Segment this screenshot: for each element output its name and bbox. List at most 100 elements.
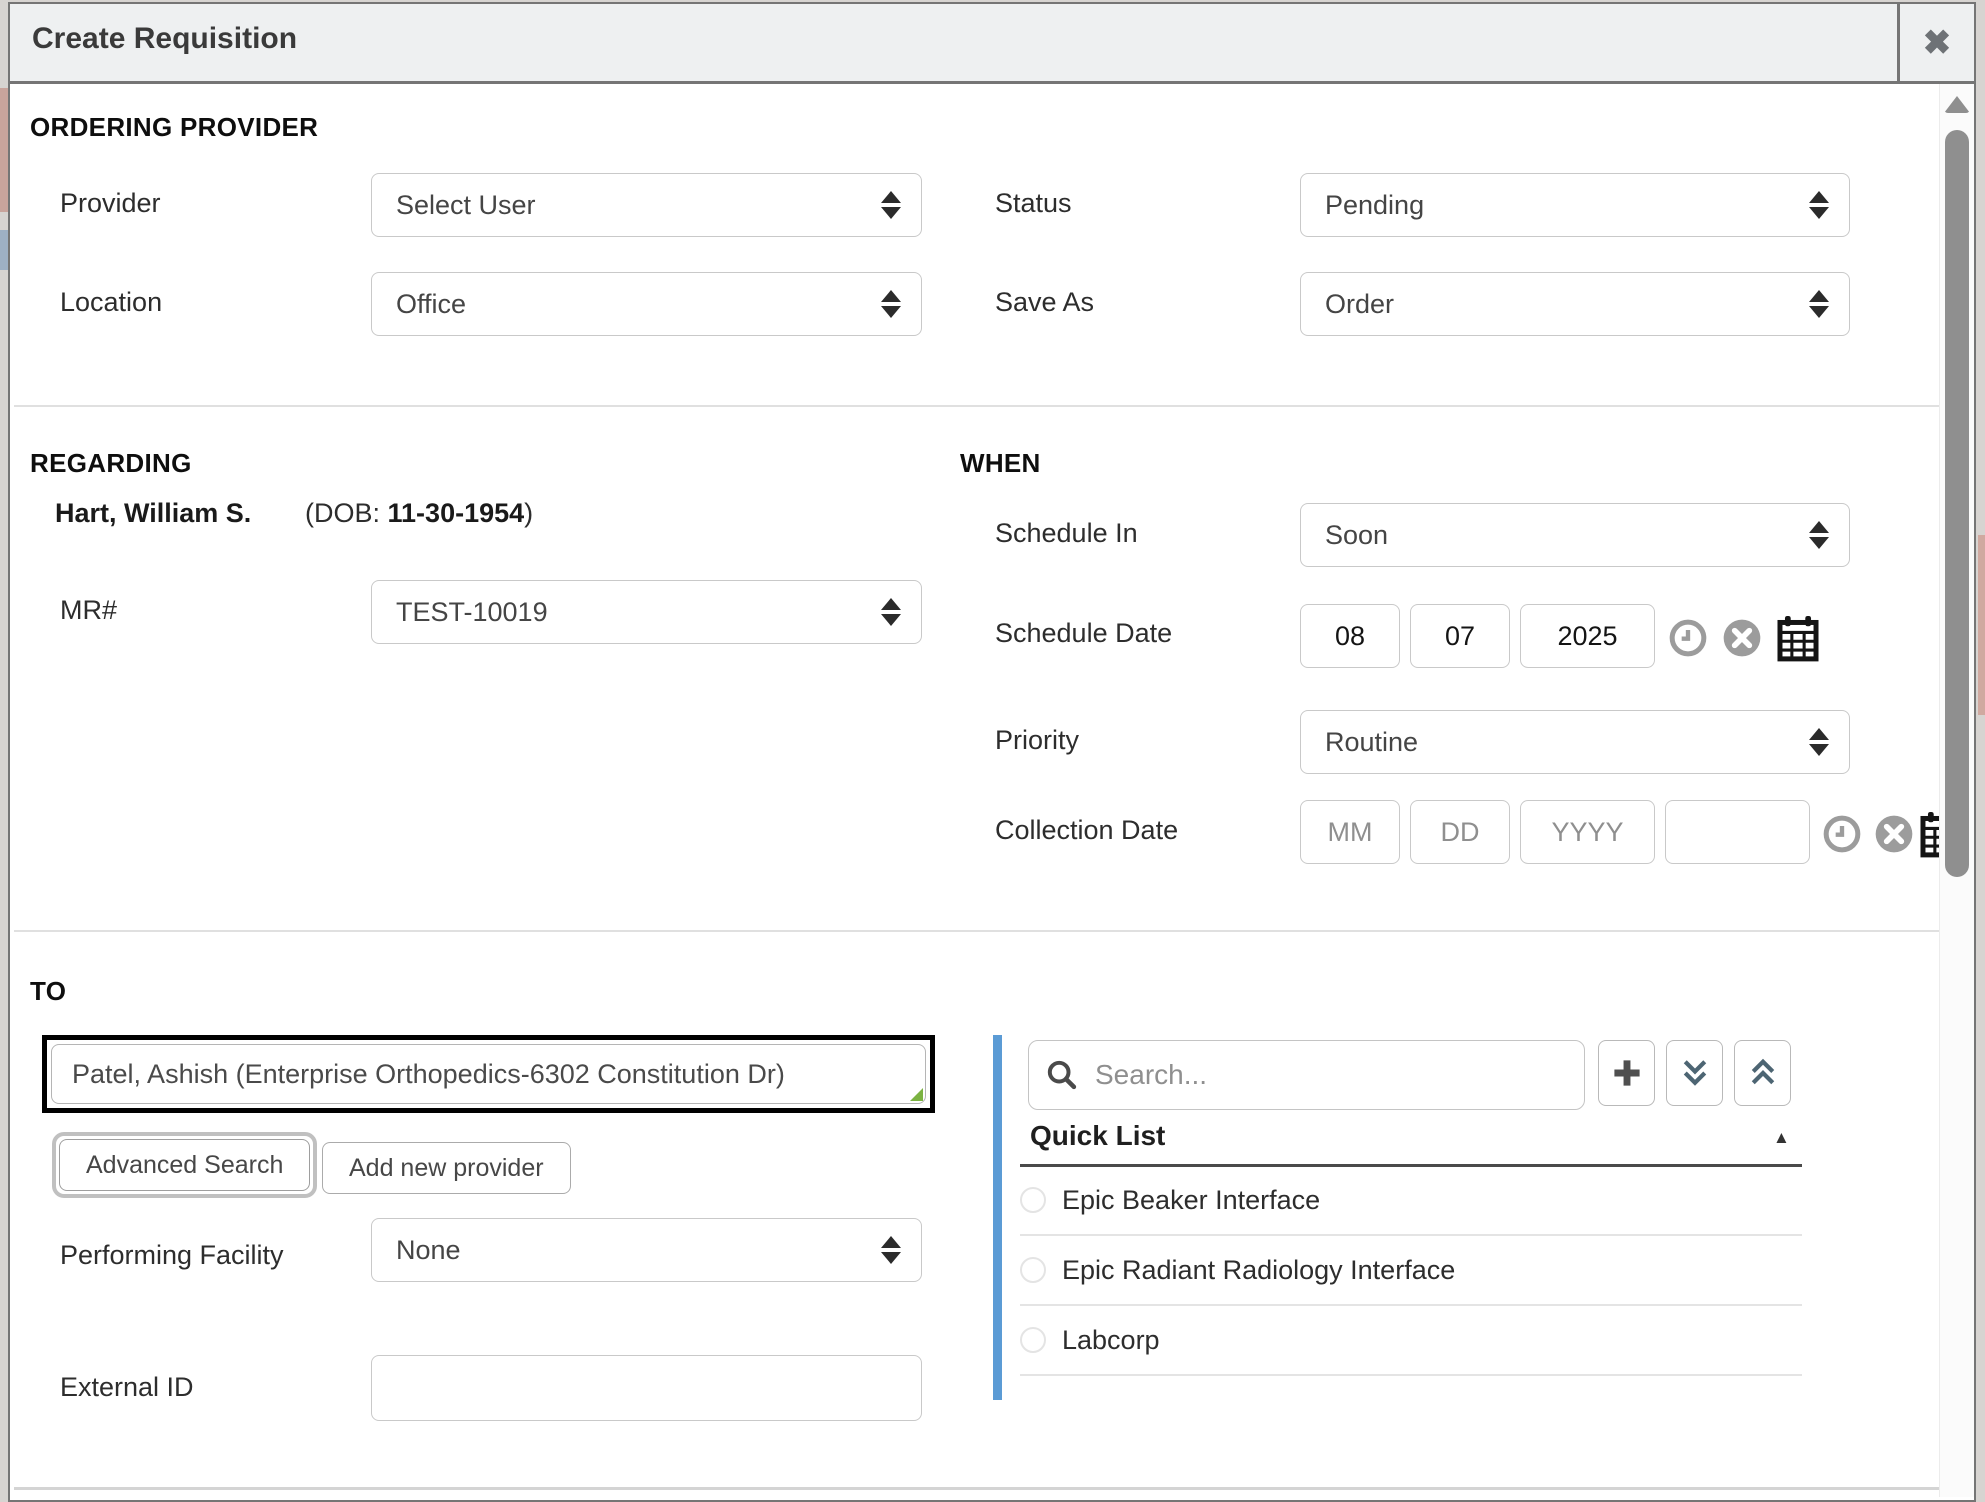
close-button[interactable]: ✖ (1897, 4, 1974, 81)
quick-list-item[interactable]: Labcorp (1020, 1306, 1802, 1376)
ordering-provider-heading: ORDERING PROVIDER (30, 112, 318, 143)
dob-value: 11-30-1954 (388, 498, 525, 528)
advanced-search-label: Advanced Search (86, 1151, 283, 1180)
directory-accent-bar (993, 1035, 1002, 1400)
schedule-time-clock-icon[interactable] (1668, 618, 1708, 658)
save-as-label: Save As (995, 287, 1094, 318)
quick-list-item[interactable]: Epic Radiant Radiology Interface (1020, 1236, 1802, 1306)
scrollbar-thumb[interactable] (1945, 130, 1969, 877)
expand-all-button[interactable] (1666, 1040, 1723, 1106)
collection-date-label: Collection Date (995, 815, 1178, 846)
select-caret-icon (1809, 290, 1829, 318)
location-label: Location (60, 287, 162, 318)
save-as-select[interactable]: Order (1300, 272, 1850, 336)
schedule-date-month-input[interactable] (1300, 604, 1400, 668)
close-icon: ✖ (1923, 23, 1952, 63)
page-background-right-accent (1978, 535, 1985, 715)
collection-time-clock-icon[interactable] (1822, 814, 1862, 854)
directory-search-input[interactable] (1093, 1058, 1568, 1092)
external-id-label: External ID (60, 1372, 194, 1403)
status-select[interactable]: Pending (1300, 173, 1850, 237)
mr-select-value: TEST-10019 (396, 597, 548, 628)
priority-select-value: Routine (1325, 727, 1418, 758)
collection-date-clear-icon[interactable] (1874, 814, 1914, 854)
provider-label: Provider (60, 188, 161, 219)
patient-name: Hart, William S. (55, 498, 251, 529)
performing-facility-select-value: None (396, 1235, 461, 1266)
page-background-left-accent (0, 88, 8, 212)
priority-label: Priority (995, 725, 1079, 756)
save-as-select-value: Order (1325, 289, 1394, 320)
schedule-date-calendar-icon[interactable] (1775, 614, 1821, 662)
to-provider-value: Patel, Ashish (Enterprise Orthopedics-63… (72, 1059, 785, 1090)
schedule-date-label: Schedule Date (995, 618, 1172, 649)
collection-date-day-input[interactable] (1410, 800, 1510, 864)
quick-list-item[interactable]: Epic Beaker Interface (1020, 1166, 1802, 1236)
section-divider (14, 405, 1940, 407)
schedule-in-select[interactable]: Soon (1300, 503, 1850, 567)
schedule-date-year-input[interactable] (1520, 604, 1655, 668)
dob-prefix: (DOB: (305, 498, 388, 528)
collection-date-year-input[interactable] (1520, 800, 1655, 864)
status-label: Status (995, 188, 1072, 219)
advanced-search-button-focus-ring: Advanced Search (52, 1132, 317, 1198)
when-heading: WHEN (960, 448, 1041, 479)
performing-facility-select[interactable]: None (371, 1218, 922, 1282)
radio-icon[interactable] (1020, 1327, 1046, 1353)
page-background-left-accent2 (0, 230, 8, 270)
scrollbar-up-arrow-icon[interactable] (1944, 96, 1970, 113)
double-chevron-up-icon (1745, 1055, 1781, 1091)
dialog-title: Create Requisition (32, 22, 297, 56)
radio-icon[interactable] (1020, 1187, 1046, 1213)
collection-date-month-input[interactable] (1300, 800, 1400, 864)
schedule-date-clear-icon[interactable] (1722, 618, 1762, 658)
patient-dob: (DOB: 11-30-1954) (305, 498, 533, 529)
add-new-provider-button[interactable]: Add new provider (322, 1142, 571, 1194)
location-select[interactable]: Office (371, 272, 922, 336)
section-divider (14, 930, 1940, 932)
advanced-search-button[interactable]: Advanced Search (59, 1139, 310, 1191)
to-provider-combobox[interactable]: Patel, Ashish (Enterprise Orthopedics-63… (42, 1035, 935, 1113)
dialog-body: ORDERING PROVIDER Provider Select User S… (10, 84, 1974, 1497)
priority-select[interactable]: Routine (1300, 710, 1850, 774)
provider-select[interactable]: Select User (371, 173, 922, 237)
regarding-heading: REGARDING (30, 448, 192, 479)
quick-list-item-label: Epic Radiant Radiology Interface (1062, 1255, 1455, 1286)
search-icon (1045, 1058, 1079, 1092)
performing-facility-label: Performing Facility (60, 1232, 290, 1278)
quick-list-collapse-icon[interactable]: ▲ (1773, 1128, 1790, 1148)
schedule-in-select-value: Soon (1325, 520, 1388, 551)
add-to-list-button[interactable] (1598, 1040, 1655, 1106)
to-provider-combobox-inner: Patel, Ashish (Enterprise Orthopedics-63… (51, 1044, 926, 1104)
location-select-value: Office (396, 289, 466, 320)
to-heading: TO (30, 976, 66, 1007)
resize-handle[interactable] (910, 1088, 923, 1101)
radio-icon[interactable] (1020, 1257, 1046, 1283)
select-caret-icon (881, 1236, 901, 1264)
create-requisition-dialog: Create Requisition ✖ ORDERING PROVIDER P… (8, 2, 1976, 1502)
schedule-in-label: Schedule In (995, 518, 1138, 549)
select-caret-icon (1809, 728, 1829, 756)
status-select-value: Pending (1325, 190, 1424, 221)
mr-select[interactable]: TEST-10019 (371, 580, 922, 644)
plus-icon (1609, 1055, 1645, 1091)
select-caret-icon (881, 290, 901, 318)
add-new-provider-label: Add new provider (349, 1154, 544, 1183)
bottom-divider (14, 1487, 1940, 1490)
mr-label: MR# (60, 595, 117, 626)
collapse-all-button[interactable] (1734, 1040, 1791, 1106)
quick-list-heading: Quick List (1030, 1120, 1165, 1152)
select-caret-icon (1809, 521, 1829, 549)
double-chevron-down-icon (1677, 1055, 1713, 1091)
quick-list-item-label: Labcorp (1062, 1325, 1160, 1356)
select-caret-icon (1809, 191, 1829, 219)
collection-time-input[interactable] (1665, 800, 1810, 864)
external-id-input[interactable] (371, 1355, 922, 1421)
scrollbar[interactable] (1939, 84, 1974, 1497)
dialog-header: Create Requisition ✖ (10, 4, 1974, 84)
schedule-date-day-input[interactable] (1410, 604, 1510, 668)
select-caret-icon (881, 598, 901, 626)
quick-list-item-label: Epic Beaker Interface (1062, 1185, 1320, 1216)
dob-suffix: ) (524, 498, 533, 528)
select-caret-icon (881, 191, 901, 219)
